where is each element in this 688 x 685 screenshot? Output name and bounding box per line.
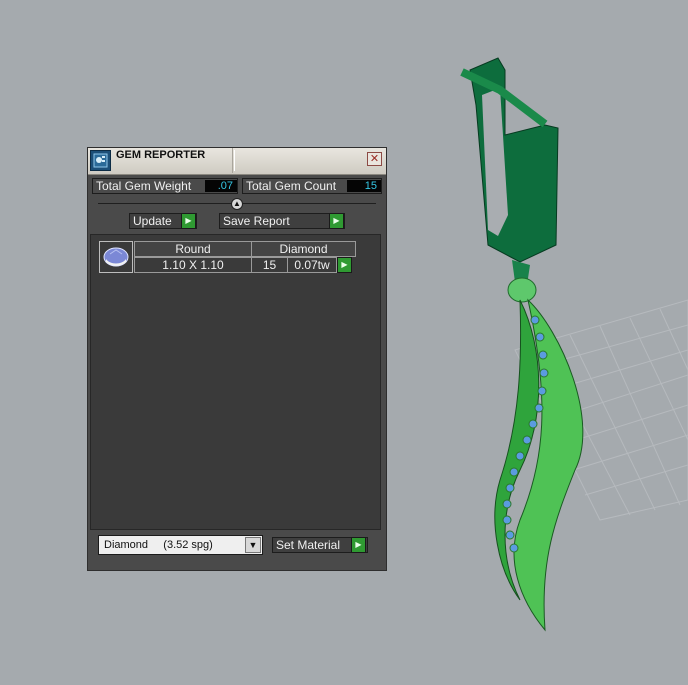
play-arrow-icon: ▶ [341, 260, 348, 269]
material-select[interactable]: Diamond (3.52 spg) ▼ [98, 535, 263, 555]
set-material-label: Set Material [276, 538, 341, 552]
gem-reporter-panel: GEM REPORTER ✕ Total Gem Weight .07 Tota… [87, 147, 387, 571]
collapse-button[interactable]: ▲ [231, 198, 243, 210]
close-button[interactable]: ✕ [367, 152, 382, 166]
gem-weight: 0.07tw [287, 257, 337, 273]
gem-shape: Round [134, 241, 252, 257]
gem-size: 1.10 X 1.10 [134, 257, 252, 273]
earring-model[interactable] [460, 57, 584, 632]
save-report-label: Save Report [223, 214, 290, 228]
total-gem-weight: Total Gem Weight .07 [92, 178, 238, 194]
total-gem-weight-label: Total Gem Weight [96, 179, 192, 193]
gem-count: 15 [251, 257, 288, 273]
gem-row-arrow-button[interactable]: ▶ [337, 257, 352, 273]
gem-reporter-icon [90, 150, 111, 171]
set-material-button[interactable]: Set Material ▶ [272, 537, 368, 553]
save-report-button[interactable]: Save Report ▶ [219, 213, 345, 229]
update-button[interactable]: Update ▶ [129, 213, 197, 229]
total-gem-count-label: Total Gem Count [246, 179, 337, 193]
gem-list[interactable]: Round Diamond 1.10 X 1.10 15 0.07tw ▶ [90, 234, 381, 530]
play-arrow-icon: ▶ [181, 213, 196, 229]
title-bar[interactable]: GEM REPORTER ✕ [88, 148, 386, 175]
gem-material: Diamond [251, 241, 356, 257]
window-title: GEM REPORTER [116, 148, 233, 173]
play-arrow-icon: ▶ [329, 213, 344, 229]
dropdown-button[interactable]: ▼ [245, 537, 261, 553]
chevron-up-icon: ▲ [233, 199, 241, 208]
round-gem-icon [99, 241, 133, 273]
play-arrow-icon: ▶ [351, 537, 366, 553]
update-label: Update [133, 214, 172, 228]
total-gem-weight-value: .07 [205, 180, 237, 192]
chevron-down-icon: ▼ [248, 540, 258, 550]
title-divider [234, 150, 235, 171]
material-select-value: Diamond (3.52 spg) [104, 539, 213, 551]
total-gem-count-value: 15 [347, 180, 381, 192]
total-gem-count: Total Gem Count 15 [242, 178, 382, 194]
close-icon: ✕ [369, 153, 380, 165]
